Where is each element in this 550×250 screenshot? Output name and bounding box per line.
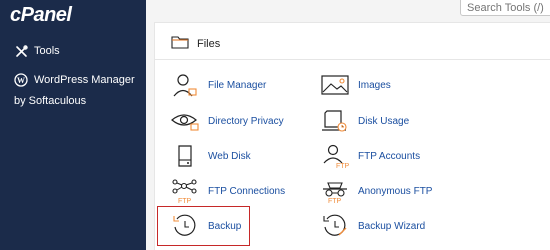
- item-label: FTP Connections: [208, 185, 286, 197]
- images-icon: [320, 72, 350, 98]
- files-section-header[interactable]: Files: [171, 35, 220, 52]
- item-label: FTP Accounts: [358, 150, 421, 162]
- web-disk-link[interactable]: Web Disk: [170, 143, 251, 169]
- sidebar: cPanel Tools W WordPress Manager by Soft…: [0, 0, 146, 250]
- item-label: File Manager: [208, 79, 267, 91]
- directory-privacy-link[interactable]: Directory Privacy: [170, 108, 284, 134]
- search-input[interactable]: [460, 0, 550, 16]
- images-link[interactable]: Images: [320, 72, 391, 98]
- anonymous-ftp-link[interactable]: FTP Anonymous FTP: [320, 178, 432, 204]
- divider: [155, 59, 550, 60]
- folder-icon: [171, 35, 189, 52]
- item-label: Images: [358, 79, 391, 91]
- item-label: Directory Privacy: [208, 115, 284, 127]
- backup-wizard-link[interactable]: Backup Wizard: [320, 213, 425, 239]
- ftp-accounts-icon: FTP: [320, 143, 350, 169]
- ftp-connections-link[interactable]: FTP FTP Connections: [170, 178, 285, 204]
- files-section-title: Files: [197, 37, 221, 50]
- sidebar-item-sublabel: by Softaculous: [14, 95, 87, 107]
- sidebar-item-label: Tools: [34, 45, 60, 57]
- item-label: Backup Wizard: [358, 220, 426, 232]
- backup-highlight-box: [157, 206, 250, 246]
- svg-text:FTP: FTP: [328, 198, 342, 204]
- item-label: Disk Usage: [358, 115, 410, 127]
- ftp-accounts-link[interactable]: FTP FTP Accounts: [320, 143, 420, 169]
- svg-text:FTP: FTP: [336, 163, 350, 169]
- disk-usage-icon: [320, 108, 350, 134]
- svg-text:W: W: [17, 76, 25, 85]
- item-label: Anonymous FTP: [358, 185, 433, 197]
- directory-privacy-icon: [170, 108, 200, 134]
- tools-icon: [14, 44, 28, 58]
- web-disk-icon: [170, 143, 200, 169]
- wordpress-icon: W: [14, 73, 28, 87]
- ftp-connections-icon: FTP: [170, 178, 200, 204]
- anonymous-ftp-icon: FTP: [320, 178, 350, 204]
- disk-usage-link[interactable]: Disk Usage: [320, 108, 409, 134]
- sidebar-item-tools[interactable]: Tools: [14, 44, 60, 58]
- sidebar-item-wordpress-manager[interactable]: W WordPress Manager: [14, 73, 135, 87]
- backup-wizard-icon: [320, 213, 350, 239]
- item-label: Web Disk: [208, 150, 251, 162]
- file-manager-icon: [170, 72, 200, 98]
- svg-text:FTP: FTP: [178, 198, 192, 204]
- file-manager-link[interactable]: File Manager: [170, 72, 266, 98]
- cpanel-logo[interactable]: cPanel: [10, 4, 72, 27]
- sidebar-item-label: WordPress Manager: [34, 74, 135, 86]
